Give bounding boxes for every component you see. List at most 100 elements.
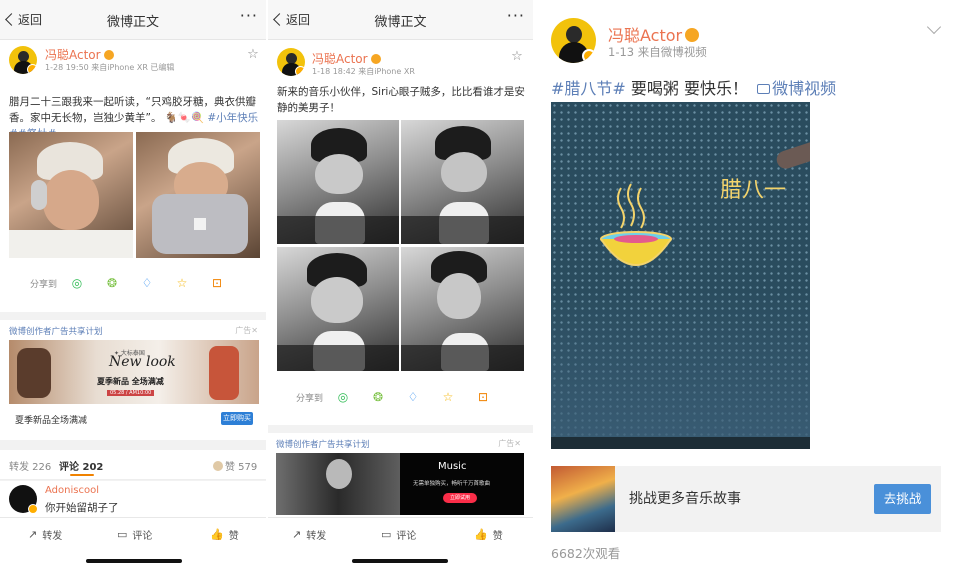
challenge-text: 挑战更多音乐故事 — [629, 491, 741, 507]
commenter-avatar[interactable] — [9, 485, 38, 514]
hashtag-link[interactable]: #腊八节# — [551, 79, 626, 98]
post-image[interactable] — [136, 132, 260, 258]
crown-badge-icon — [685, 28, 700, 42]
ad-caption: 夏季新品全场满减 — [15, 416, 88, 426]
like-label: 赞 — [228, 531, 239, 542]
ad-banner-date: 05.28 / AM10:00 — [107, 390, 155, 396]
chevron-down-icon[interactable] — [926, 19, 942, 35]
page-title: 微博正文 — [106, 15, 159, 30]
like-button[interactable]: 👍 赞 — [474, 527, 503, 542]
buy-now-button[interactable]: 立即购买 — [221, 412, 253, 425]
ad-line: 无需单独购买，畅听千万首歌曲 — [413, 481, 491, 487]
ad-card: 微博创作者广告共享计划 广告✕ ✦ 大标泰国 New look 夏季新品 全场满… — [0, 320, 266, 440]
avatar[interactable] — [277, 48, 305, 76]
username[interactable]: 冯聪Actor — [45, 46, 114, 63]
post-card: 冯聪Actor 1-28 19:50 来自iPhone XR 已编辑 ☆ 腊月二… — [0, 40, 266, 312]
crown-badge-icon — [103, 50, 114, 60]
ad-brand: Music — [438, 461, 467, 472]
post-text: #腊八节# 要喝粥 要快乐！ 微博视频 — [551, 75, 836, 99]
verified-badge-icon — [582, 49, 596, 63]
post-image[interactable] — [401, 247, 524, 371]
repost-button[interactable]: ↗ 转发 — [28, 527, 62, 542]
crown-badge-icon — [370, 54, 381, 64]
try-now-button[interactable]: 立即试用 — [443, 493, 477, 503]
music-challenge-card[interactable]: 挑战更多音乐故事 去挑战 — [551, 466, 941, 532]
post-image[interactable] — [277, 247, 399, 371]
moments-icon[interactable]: ❂ — [104, 275, 120, 291]
tab-repost[interactable]: 转发 226 — [9, 458, 51, 473]
comment-button[interactable]: ▭ 评论 — [117, 527, 152, 542]
challenge-thumbnail — [551, 466, 615, 532]
nav-bar: 返回 微博正文 ··· — [0, 0, 266, 40]
challenge-button[interactable]: 去挑战 — [874, 484, 931, 514]
post-text-main: 要喝粥 要快乐！ — [625, 79, 749, 98]
apple-music-logo: Music — [438, 461, 466, 472]
qzone-star-icon[interactable]: ☆ — [174, 275, 190, 291]
post-meta: 1-13 来自微博视频 — [608, 45, 707, 59]
more-icon[interactable]: ··· — [507, 6, 525, 25]
video-post-screen: 冯聪Actor 1-13 来自微博视频 #腊八节# 要喝粥 要快乐！ 微博视频 … — [537, 0, 955, 569]
post-emoji: 🐐🍬🍭 — [164, 112, 205, 124]
commenter-name[interactable]: Adoniscool — [45, 485, 99, 496]
post-detail-screen-1: 返回 微博正文 ··· 冯聪Actor 1-28 19:50 来自iPhone … — [0, 0, 266, 569]
qzone-star-icon[interactable]: ☆ — [440, 389, 456, 405]
tab-like-label: 赞 579 — [225, 462, 258, 473]
post-image[interactable] — [277, 120, 399, 244]
wechat-icon[interactable]: ◎ — [335, 389, 351, 405]
moments-icon[interactable]: ❂ — [370, 389, 386, 405]
wechat-icon[interactable]: ◎ — [69, 275, 85, 291]
ad-header: 微博创作者广告共享计划 — [9, 327, 103, 337]
repost-icon: ↗ — [292, 528, 302, 541]
tab-active-indicator — [70, 474, 94, 476]
view-count: 6682次观看 — [551, 546, 621, 561]
home-indicator — [86, 559, 182, 563]
liker-avatar-icon — [213, 461, 223, 471]
more-icon[interactable]: ··· — [240, 6, 258, 25]
video-player[interactable]: 腊八一 — [551, 102, 810, 449]
post-detail-screen-2: 返回 微博正文 ··· 冯聪Actor 1-18 18:42 来自iPhone … — [268, 0, 533, 569]
star-icon[interactable]: ☆ — [510, 50, 524, 64]
avatar[interactable] — [551, 18, 596, 63]
hashtag-link[interactable]: #小年快乐 — [207, 112, 258, 124]
username-text: 冯聪Actor — [312, 52, 368, 66]
post-image[interactable] — [401, 120, 524, 244]
tab-comment[interactable]: 评论 202 — [59, 458, 103, 473]
qq-icon[interactable]: ♢ — [139, 275, 155, 291]
verified-badge-icon — [295, 66, 305, 76]
comment-icon: ▭ — [381, 528, 392, 541]
star-icon[interactable]: ☆ — [246, 48, 260, 62]
tab-like[interactable]: 赞 579 — [213, 458, 257, 473]
ad-card: 微博创作者广告共享计划 广告✕ Music 无需单独购买，畅听千万首歌曲 立即试… — [268, 433, 533, 519]
video-link[interactable]: 微博视频 — [757, 79, 836, 98]
bottom-action-bar: ↗ 转发 ▭ 评论 👍 赞 — [268, 517, 533, 569]
porridge-bowl-drawing — [600, 183, 672, 266]
repost-button[interactable]: ↗ 转发 — [292, 527, 326, 542]
post-meta: 1-18 18:42 来自iPhone XR — [312, 67, 415, 76]
post-card: 冯聪Actor 1-18 18:42 来自iPhone XR ☆ 新来的音乐小伙… — [268, 40, 533, 425]
avatar[interactable] — [9, 46, 37, 74]
like-button[interactable]: 👍 赞 — [210, 527, 239, 542]
qq-icon[interactable]: ♢ — [405, 389, 421, 405]
video-link-label: 微博视频 — [772, 79, 837, 98]
like-label: 赞 — [492, 531, 503, 542]
nav-bar: 返回 微博正文 ··· — [268, 0, 533, 40]
ad-banner[interactable]: ✦ 大标泰国 New look 夏季新品 全场满减 05.28 / AM10:0… — [9, 340, 259, 404]
ad-close-button[interactable]: 广告✕ — [235, 325, 258, 336]
comment-button[interactable]: ▭ 评论 — [381, 527, 416, 542]
post-text: 新来的音乐小伙伴，Siri心眼子贼多，比比看谁才是安静的美男子！ — [277, 86, 525, 114]
interaction-tabs: 转发 226 评论 202 赞 579 — [0, 450, 266, 480]
repost-label: 转发 — [306, 531, 327, 542]
ad-banner-title: New look — [109, 354, 176, 370]
username[interactable]: 冯聪Actor — [312, 50, 381, 67]
share-bar: 分享到 ◎ ❂ ♢ ☆ ⊡ — [0, 268, 266, 298]
verified-badge-icon — [27, 64, 37, 74]
username[interactable]: 冯聪Actor — [608, 22, 700, 46]
ad-close-button[interactable]: 广告✕ — [498, 438, 521, 449]
favorite-icon[interactable]: ⊡ — [475, 389, 491, 405]
favorite-icon[interactable]: ⊡ — [209, 275, 225, 291]
ad-banner-sub: 全场满减 — [131, 377, 164, 386]
ad-banner[interactable]: Music 无需单独购买，畅听千万首歌曲 立即试用 — [276, 453, 524, 515]
share-label: 分享到 — [296, 393, 324, 404]
comment-label: 评论 — [396, 531, 417, 542]
post-image[interactable] — [9, 132, 133, 258]
